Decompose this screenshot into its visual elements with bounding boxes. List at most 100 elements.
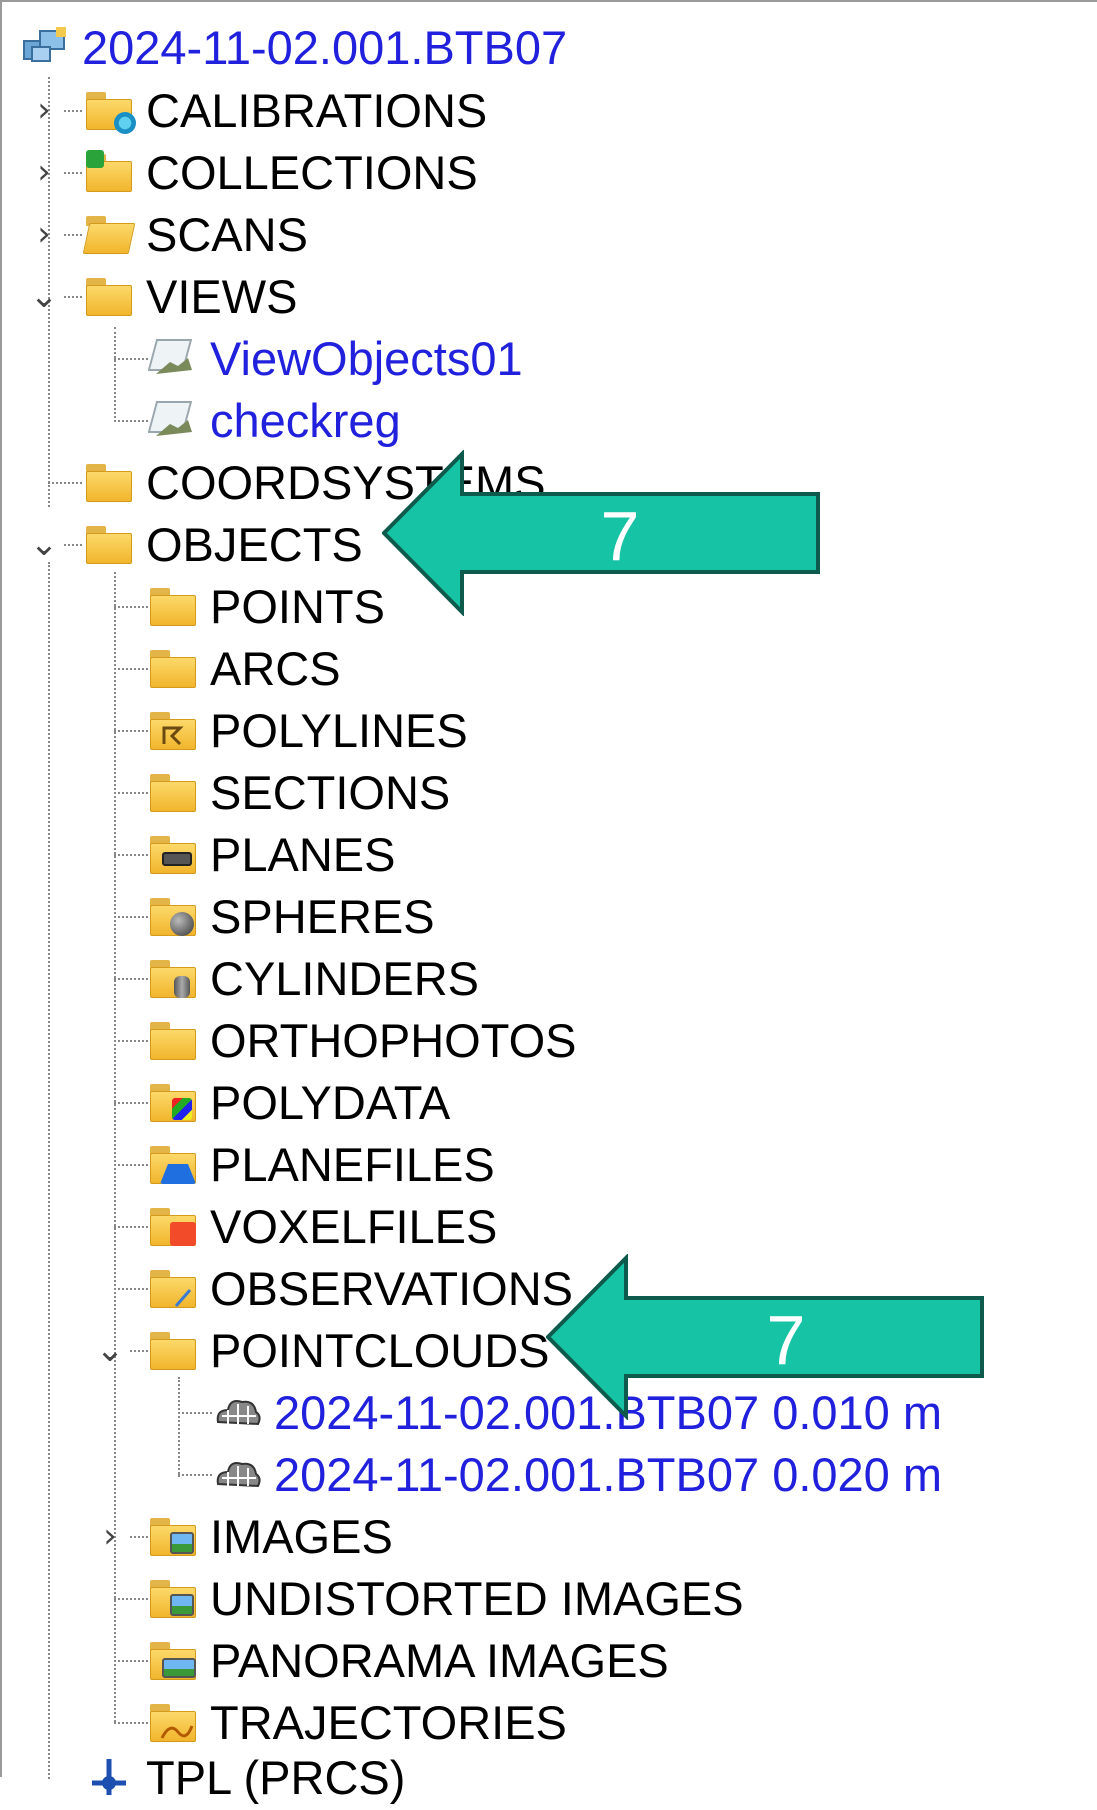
pointcloud-icon (212, 1390, 262, 1434)
tree-connector (114, 606, 148, 608)
tree-item-label: SPHERES (210, 889, 435, 943)
tree-item-label: COLLECTIONS (146, 145, 478, 199)
tree-item-cylinders[interactable]: CYLINDERS (148, 947, 479, 1009)
images-folder-icon (148, 1576, 198, 1620)
tree-connector (64, 172, 82, 174)
expand-chevron-icon[interactable]: › (29, 214, 59, 254)
observations-folder-icon (148, 1266, 198, 1310)
annotation-number: 7 (767, 1301, 806, 1379)
tree-item-view[interactable]: ViewObjects01 (147, 327, 523, 389)
tree-root[interactable]: 2024-11-02.001.BTB07 (20, 16, 567, 78)
tree-item-points[interactable]: POINTS (148, 575, 385, 637)
tree-connector (114, 1040, 148, 1042)
tree-item-label: ARCS (210, 641, 341, 695)
tree-item-label: TRAJECTORIES (210, 1695, 567, 1749)
expand-chevron-icon[interactable]: › (95, 1516, 125, 1556)
view-icon (147, 336, 198, 380)
tree-item-label: CALIBRATIONS (146, 83, 488, 137)
folder-icon (148, 646, 198, 690)
collapse-chevron-icon[interactable]: ⌄ (95, 1330, 125, 1370)
annotation-number: 7 (601, 497, 640, 575)
tree-connector (178, 1377, 180, 1477)
tree-item-label: POLYLINES (210, 703, 468, 757)
tree-connector (114, 978, 148, 980)
tree-item-label: SECTIONS (210, 765, 451, 819)
tree-item-pointclouds[interactable]: POINTCLOUDS (148, 1319, 550, 1381)
trajectories-folder-icon (148, 1700, 198, 1744)
polydata-folder-icon (148, 1080, 198, 1124)
tree-connector (114, 668, 148, 670)
spheres-folder-icon (148, 894, 198, 938)
expand-chevron-icon[interactable]: › (29, 152, 59, 192)
view-icon (147, 398, 198, 442)
pointcloud-icon (212, 1452, 262, 1496)
tree-item-label: SCANS (146, 207, 308, 261)
tree-item-planefiles[interactable]: PLANEFILES (148, 1133, 495, 1195)
folder-icon (84, 460, 134, 504)
folder-icon (148, 1328, 198, 1372)
tree-item-polydata[interactable]: POLYDATA (148, 1071, 450, 1133)
tree-item-voxelfiles[interactable]: VOXELFILES (148, 1195, 497, 1257)
tree-item-collections[interactable]: COLLECTIONS (84, 141, 478, 203)
tree-item-label: CYLINDERS (210, 951, 480, 1005)
tree-item-sections[interactable]: SECTIONS (148, 761, 450, 823)
tree-item-objects[interactable]: OBJECTS (84, 513, 363, 575)
tree-item-views[interactable]: VIEWS (84, 265, 297, 327)
expand-chevron-icon[interactable]: › (29, 90, 59, 130)
tree-item-label: POLYDATA (210, 1075, 451, 1129)
project-tree-panel: 2024-11-02.001.BTB07 › CALIBRATIONS › CO… (0, 0, 1097, 1804)
tree-item-images[interactable]: IMAGES (148, 1505, 393, 1567)
tree-item-trajectories[interactable]: TRAJECTORIES (148, 1691, 567, 1753)
project-icon (20, 25, 70, 69)
tree-item-label: 2024-11-02.001.BTB07 0.020 m (274, 1447, 943, 1501)
panorama-folder-icon (148, 1638, 198, 1682)
tree-connector (48, 562, 50, 1779)
tree-connector (114, 792, 148, 794)
tree-connector (114, 916, 148, 918)
collapse-chevron-icon[interactable]: ⌄ (29, 276, 59, 316)
tree-item-observations[interactable]: OBSERVATIONS (148, 1257, 573, 1319)
collapse-chevron-icon[interactable]: ⌄ (29, 524, 59, 564)
tree-item-label: UNDISTORTED IMAGES (210, 1571, 744, 1625)
tree-item-pointcloud[interactable]: 2024-11-02.001.BTB07 0.020 m (212, 1443, 942, 1505)
tree-item-planes[interactable]: PLANES (148, 823, 395, 885)
tree-item-label: POINTCLOUDS (210, 1323, 550, 1377)
images-folder-icon (148, 1514, 198, 1558)
folder-icon (148, 1018, 198, 1062)
tree-connector (130, 1536, 148, 1538)
tree-connector (114, 1164, 148, 1166)
tree-item-orthophotos[interactable]: ORTHOPHOTOS (148, 1009, 576, 1071)
tree-connector (114, 1722, 148, 1724)
tree-connector (48, 482, 82, 484)
tree-item-label: PANORAMA IMAGES (210, 1633, 669, 1687)
tree-item-panorama-images[interactable]: PANORAMA IMAGES (148, 1629, 669, 1691)
coordsys-icon (84, 1755, 134, 1799)
tree-item-spheres[interactable]: SPHERES (148, 885, 435, 947)
tree-item-tpl-prcs[interactable]: TPL (PRCS) (84, 1746, 405, 1808)
tree-item-label: OBJECTS (146, 517, 363, 571)
folder-icon (84, 274, 134, 318)
tree-item-scans[interactable]: SCANS (82, 203, 308, 265)
tree-connector (64, 110, 82, 112)
tree-item-label: OBSERVATIONS (210, 1261, 574, 1315)
tree-item-arcs[interactable]: ARCS (148, 637, 341, 699)
planefiles-folder-icon (148, 1142, 198, 1186)
tree-root-label: 2024-11-02.001.BTB07 (82, 20, 568, 74)
tree-item-label: ORTHOPHOTOS (210, 1013, 577, 1067)
tree-item-label: POINTS (210, 579, 385, 633)
tree-item-view[interactable]: checkreg (147, 389, 401, 451)
tree-item-polylines[interactable]: POLYLINES (148, 699, 468, 761)
tree-connector (114, 420, 148, 422)
tree-item-label: PLANEFILES (210, 1137, 495, 1191)
tree-connector (114, 730, 148, 732)
tree-item-undistorted-images[interactable]: UNDISTORTED IMAGES (148, 1567, 744, 1629)
tree-item-calibrations[interactable]: CALIBRATIONS (84, 79, 487, 141)
polylines-folder-icon (148, 708, 198, 752)
voxelfiles-folder-icon (148, 1204, 198, 1248)
tree-item-label: ViewObjects01 (210, 331, 523, 385)
planes-folder-icon (148, 832, 198, 876)
folder-icon (148, 584, 198, 628)
tree-connector (114, 1226, 148, 1228)
tree-connector (114, 358, 148, 360)
tree-connector (64, 234, 82, 236)
